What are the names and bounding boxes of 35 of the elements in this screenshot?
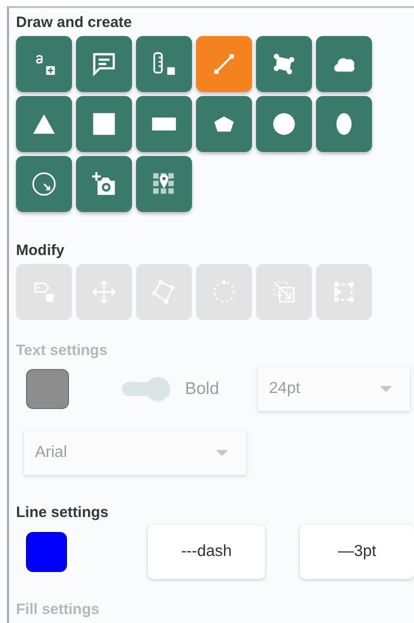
move-arrows-icon xyxy=(91,279,117,305)
dotted-circle-icon xyxy=(211,279,237,305)
section-heading: Draw and create xyxy=(16,14,133,31)
radius-circle-tool-button[interactable] xyxy=(16,156,72,212)
pentagon-tool-button[interactable] xyxy=(196,96,252,152)
section-heading: Line settings xyxy=(16,504,110,521)
square-tool-button[interactable] xyxy=(76,96,132,152)
ruler-icon xyxy=(151,51,177,77)
polygon-icon xyxy=(271,51,297,77)
toggle-label: Bold xyxy=(185,379,220,399)
resize-box-icon xyxy=(271,279,297,305)
cloud-tool-button[interactable] xyxy=(316,36,372,92)
section-heading: Modify xyxy=(16,242,66,259)
rectangle-tool-button[interactable] xyxy=(136,96,192,152)
reshape-polygon-icon xyxy=(151,279,177,305)
polygon-tool-button[interactable] xyxy=(256,36,312,92)
add-camera-icon xyxy=(91,171,117,197)
color-swatch[interactable] xyxy=(26,532,67,572)
ruler-tool-button[interactable] xyxy=(136,36,192,92)
circle-icon xyxy=(271,111,297,137)
section-heading: Fill settings xyxy=(16,601,100,618)
circle-tool-button[interactable] xyxy=(256,96,312,152)
line-style-button[interactable]: ---dash xyxy=(148,525,266,579)
speech-bubble-icon xyxy=(91,51,117,77)
map-pin-grid-tool-button[interactable] xyxy=(136,156,192,212)
map-pin-grid-icon xyxy=(151,171,177,197)
ellipse-tool-button[interactable] xyxy=(316,96,372,152)
triangle-tool-button[interactable] xyxy=(16,96,72,152)
line-width-button[interactable]: —3pt xyxy=(300,525,414,579)
radius-circle-icon xyxy=(31,171,57,197)
section-heading: Text settings xyxy=(16,342,108,359)
add-camera-tool-button[interactable] xyxy=(76,156,132,212)
speech-bubble-tool-button[interactable] xyxy=(76,36,132,92)
square-icon xyxy=(91,111,117,137)
text-plus-tool-button[interactable] xyxy=(16,36,72,92)
